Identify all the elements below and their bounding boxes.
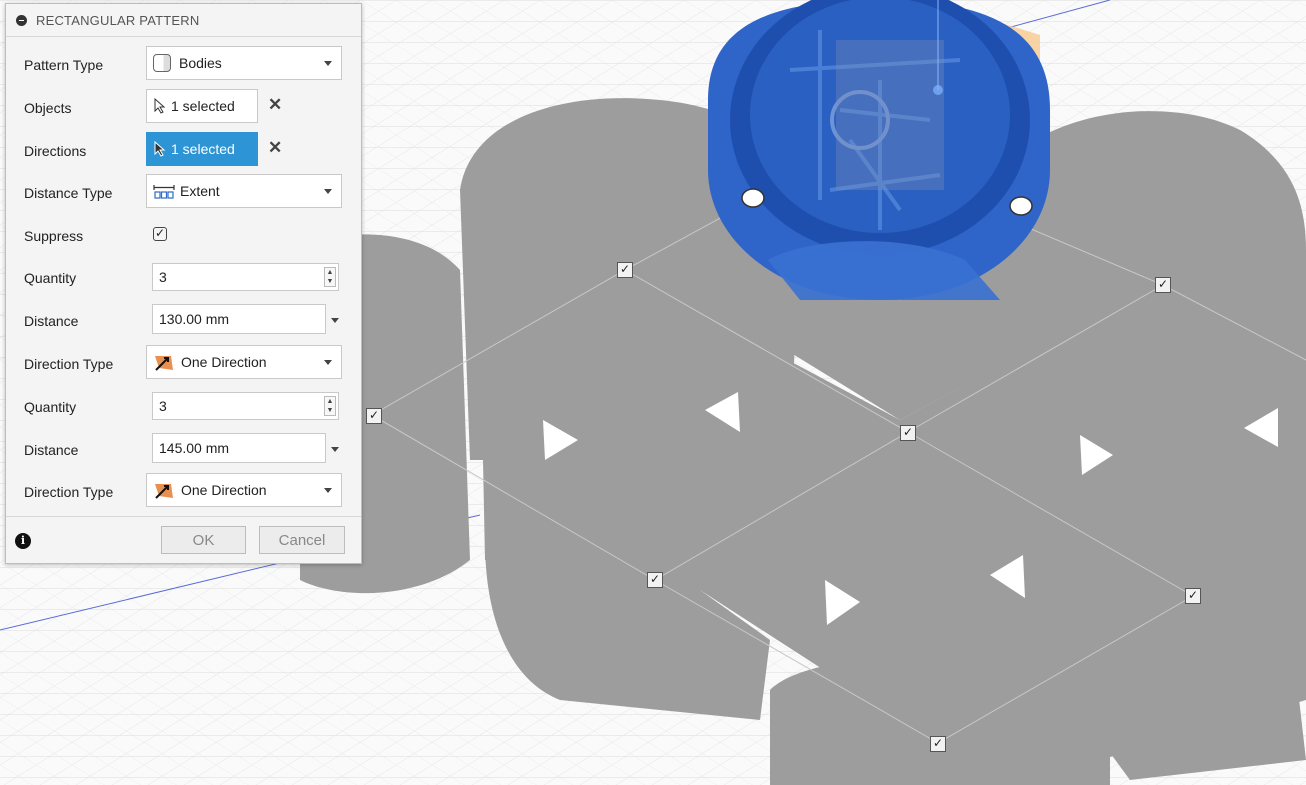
distance-type-value: Extent (180, 183, 220, 199)
directions-value: 1 selected (171, 141, 235, 157)
distance-2-row: Distance 145.00 mm (6, 429, 361, 469)
quantity-2-input[interactable]: 3 ▲ ▼ (152, 392, 339, 420)
objects-select[interactable]: 1 selected (146, 89, 258, 123)
instance-checkbox[interactable]: ✓ (617, 262, 633, 278)
objects-row: Objects 1 selected ✕ (6, 87, 361, 127)
instance-checkbox[interactable]: ✓ (647, 572, 663, 588)
objects-value: 1 selected (171, 98, 235, 114)
quantity-1-label: Quantity (24, 270, 77, 286)
distance-type-row: Distance Type Extent (6, 172, 361, 212)
direction-type-2-label: Direction Type (24, 484, 114, 500)
chevron-down-icon (324, 360, 332, 365)
quantity-2-row: Quantity 3 ▲ ▼ (6, 386, 361, 426)
distance-1-label: Distance (24, 313, 79, 329)
dialog-footer: i OK Cancel (6, 516, 361, 564)
quantity-1-input[interactable]: 3 ▲ ▼ (152, 263, 339, 291)
chevron-down-icon[interactable] (331, 447, 339, 452)
selected-body[interactable] (708, 0, 1050, 300)
pattern-type-value: Bodies (179, 55, 222, 71)
direction-type-1-value: One Direction (181, 354, 267, 370)
one-direction-icon (155, 484, 173, 499)
objects-label: Objects (24, 100, 72, 116)
distance-1-input[interactable]: 130.00 mm (152, 304, 326, 334)
distance-2-value: 145.00 mm (159, 440, 230, 456)
direction-type-1-row: Direction Type One Direction (6, 343, 361, 383)
distance-type-dropdown[interactable]: Extent (146, 174, 342, 208)
direction-type-1-label: Direction Type (24, 356, 114, 372)
quantity-2-stepper[interactable]: ▲ ▼ (324, 396, 336, 416)
quantity-2-label: Quantity (24, 399, 77, 415)
instance-checkbox[interactable]: ✓ (1155, 277, 1171, 293)
quantity-1-row: Quantity 3 ▲ ▼ (6, 257, 361, 297)
pattern-type-label: Pattern Type (24, 57, 104, 73)
suppress-checkbox[interactable]: ✓ (153, 227, 167, 241)
clear-objects-icon[interactable]: ✕ (268, 95, 282, 115)
direction-type-1-dropdown[interactable]: One Direction (146, 345, 342, 379)
pattern-type-dropdown[interactable]: Bodies (146, 46, 342, 80)
direction-type-2-value: One Direction (181, 482, 267, 498)
directions-select[interactable]: 1 selected (146, 132, 258, 166)
quantity-2-value: 3 (159, 398, 167, 414)
directions-label: Directions (24, 143, 87, 159)
clear-directions-icon[interactable]: ✕ (268, 138, 282, 158)
dialog-title: RECTANGULAR PATTERN (36, 12, 200, 28)
instance-checkbox[interactable]: ✓ (900, 425, 916, 441)
one-direction-icon (155, 356, 173, 371)
direction-type-2-dropdown[interactable]: One Direction (146, 473, 342, 507)
dialog-header[interactable]: RECTANGULAR PATTERN (6, 4, 361, 37)
chevron-down-icon (324, 61, 332, 66)
cursor-icon (154, 98, 166, 114)
collapse-icon[interactable] (16, 14, 27, 26)
distance-1-value: 130.00 mm (159, 311, 230, 327)
distance-1-row: Distance 130.00 mm (6, 300, 361, 340)
cancel-button[interactable]: Cancel (259, 526, 345, 554)
direction-type-2-row: Direction Type One Direction (6, 471, 361, 511)
distance-2-input[interactable]: 145.00 mm (152, 433, 326, 463)
directions-row: Directions 1 selected ✕ (6, 130, 361, 170)
distance-type-label: Distance Type (24, 185, 113, 201)
ok-button[interactable]: OK (161, 526, 246, 554)
chevron-down-icon[interactable] (331, 318, 339, 323)
cursor-icon (154, 141, 166, 157)
chevron-down-icon (324, 488, 332, 493)
pattern-type-row: Pattern Type Bodies (6, 44, 361, 84)
instance-checkbox[interactable]: ✓ (366, 408, 382, 424)
quantity-1-stepper[interactable]: ▲ ▼ (324, 267, 336, 287)
suppress-row: Suppress ✓ (6, 215, 361, 255)
instance-checkbox[interactable]: ✓ (930, 736, 946, 752)
rectangular-pattern-dialog: RECTANGULAR PATTERN Pattern Type Bodies … (5, 3, 362, 564)
extent-icon (153, 185, 175, 199)
info-icon[interactable]: i (15, 533, 31, 549)
instance-checkbox[interactable]: ✓ (1185, 588, 1201, 604)
body-icon (153, 54, 171, 72)
suppress-label: Suppress (24, 228, 84, 244)
chevron-down-icon (324, 189, 332, 194)
quantity-1-value: 3 (159, 269, 167, 285)
distance-2-label: Distance (24, 442, 79, 458)
